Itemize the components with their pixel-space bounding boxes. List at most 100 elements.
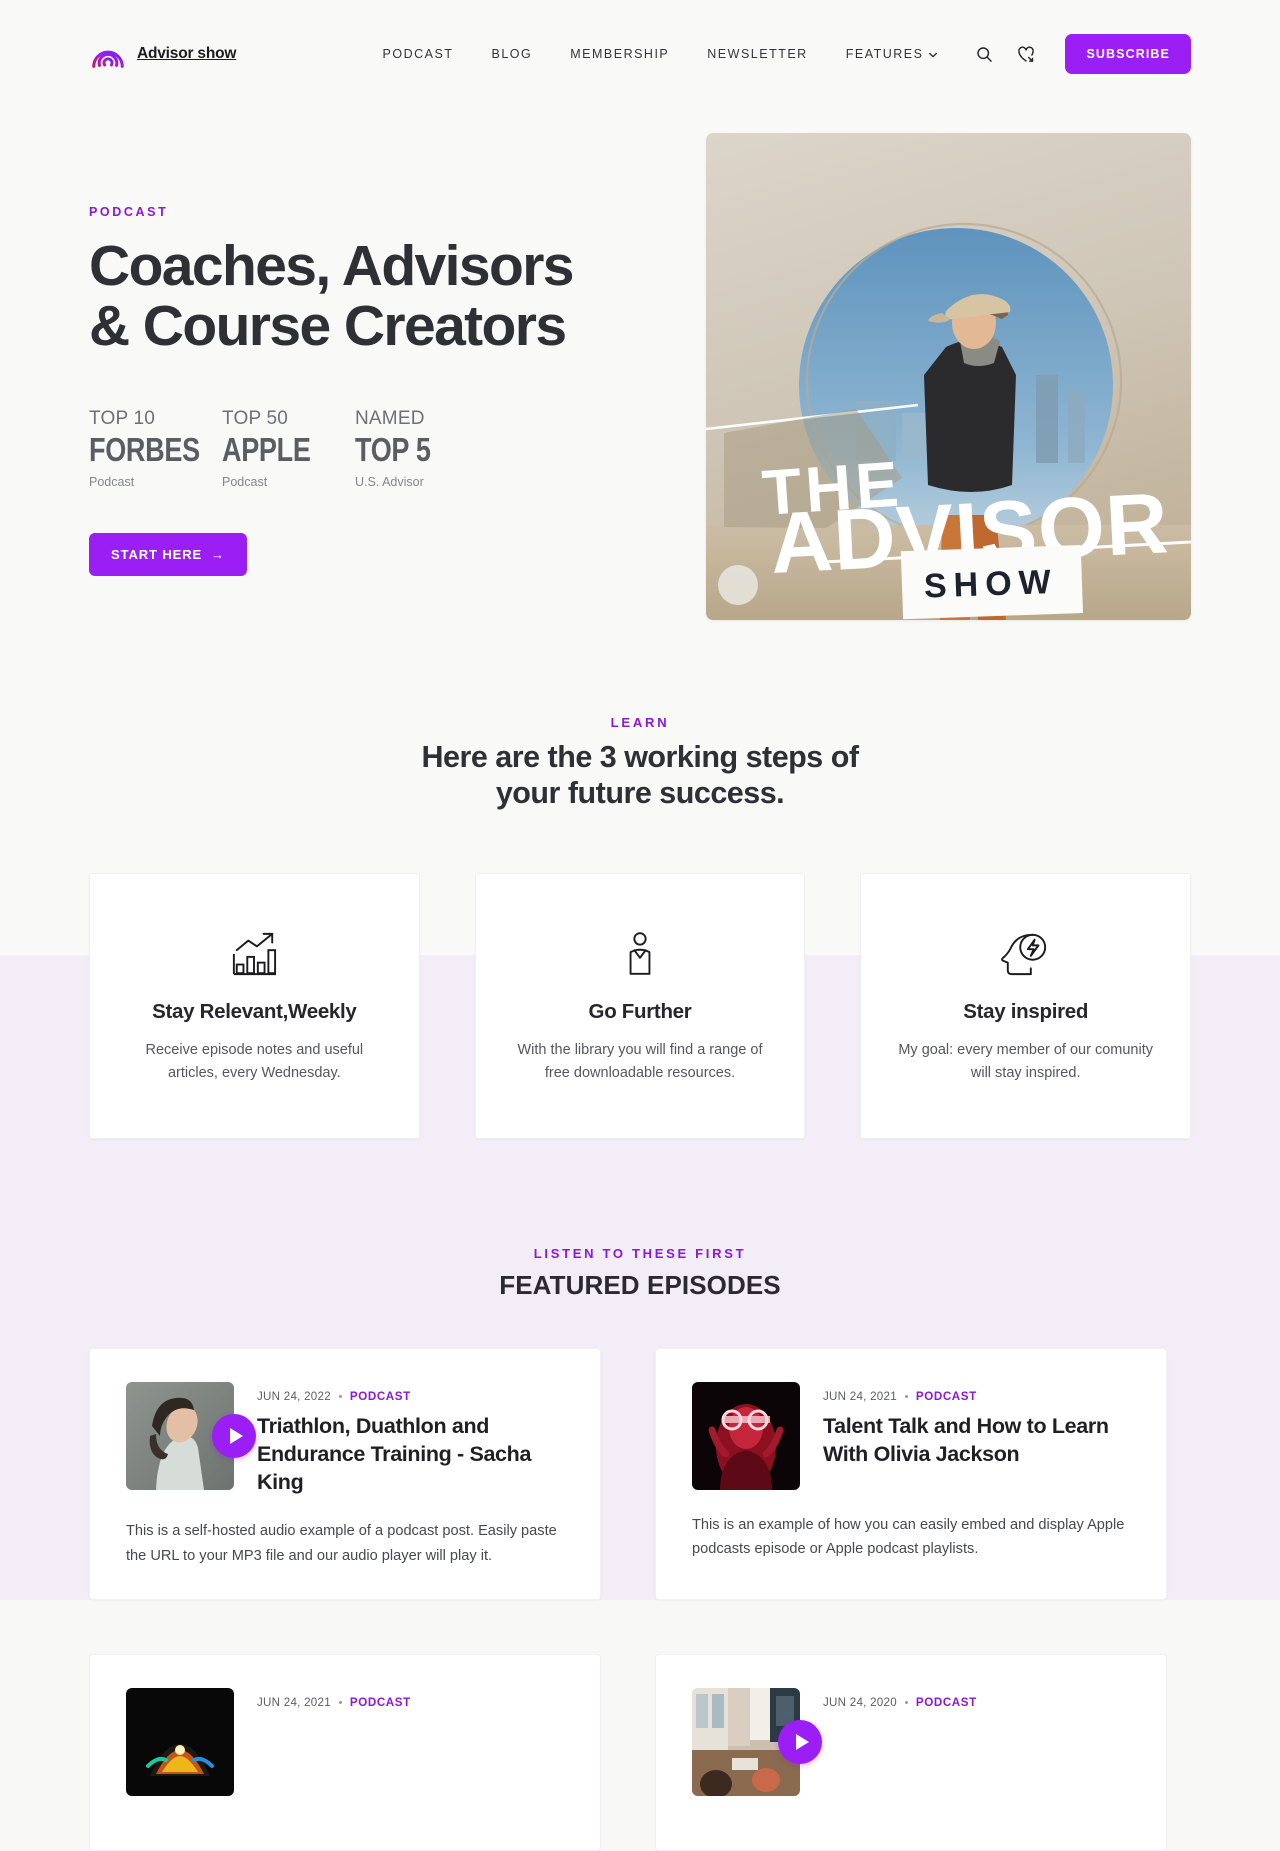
episode-meta: JUN 24, 2020 PODCAST — [823, 1688, 977, 1709]
nav-item-features[interactable]: FEATURES — [827, 47, 958, 61]
episode-description: This is an example of how you can easily… — [692, 1516, 1125, 1558]
episode-date: JUN 24, 2021 — [257, 1696, 331, 1710]
episode-meta: JUN 24, 2021 PODCAST — [823, 1382, 1130, 1403]
stat-item: TOP 10 FORBES Podcast — [89, 408, 222, 489]
episode-title[interactable]: Talent Talk and How to Learn With Olivia… — [823, 1412, 1130, 1468]
nav-item-podcast[interactable]: PODCAST — [364, 47, 473, 61]
episode-card[interactable]: JUN 24, 2021 PODCAST — [89, 1654, 601, 1851]
episode-body: JUN 24, 2021 PODCAST Talent Talk and How… — [823, 1382, 1130, 1490]
learn-heading-line-2: your future success. — [495, 775, 785, 810]
episode-category[interactable]: PODCAST — [916, 1390, 977, 1403]
stat-value: TOP 5 — [355, 430, 431, 468]
hero-eyebrow: PODCAST — [89, 205, 169, 219]
feature-card-title: Go Further — [588, 999, 692, 1023]
episode-meta: JUN 24, 2021 PODCAST — [257, 1688, 411, 1709]
featured-heading: FEATURED EPISODES — [499, 1269, 781, 1300]
episode-thumbnail[interactable] — [692, 1381, 800, 1490]
episode-meta: JUN 24, 2022 PODCAST — [257, 1382, 564, 1403]
growth-chart-icon — [124, 930, 385, 978]
page-title: Coaches, Advisors & Course Creators — [89, 236, 649, 357]
episode-date: JUN 24, 2020 — [823, 1696, 897, 1710]
episode-body: JUN 24, 2022 PODCAST Triathlon, Duathlon… — [257, 1382, 564, 1496]
stat-item: NAMED TOP 5 U.S. Advisor — [355, 408, 488, 489]
episode-description: This is a self-hosted audio example of a… — [126, 1523, 557, 1564]
featured-eyebrow: LISTEN TO THESE FIRST — [533, 1245, 747, 1261]
hero-title-line-2: & Course Creators — [89, 294, 567, 359]
podcast-waves-icon — [89, 35, 127, 73]
meta-separator-dot — [904, 1701, 908, 1705]
nav-item-blog[interactable]: BLOG — [472, 47, 551, 61]
brand-name: Advisor show — [137, 45, 237, 62]
episode-card[interactable]: JUN 24, 2022 PODCAST Triathlon, Duathlon… — [89, 1347, 601, 1601]
episode-card[interactable]: JUN 24, 2020 PODCAST — [655, 1654, 1167, 1851]
arrow-right-icon: → — [211, 546, 226, 562]
stat-value: FORBES — [89, 430, 200, 468]
chevron-down-icon — [928, 49, 938, 59]
start-here-button[interactable]: START HERE → — [89, 532, 248, 576]
play-button[interactable] — [212, 1413, 256, 1458]
episode-category[interactable]: PODCAST — [916, 1696, 977, 1709]
search-icon[interactable] — [967, 37, 1001, 71]
episode-body: JUN 24, 2021 PODCAST — [257, 1688, 411, 1796]
podcast-cover-art: THE ADVISOR SHOW — [706, 133, 1191, 620]
stat-item: TOP 50 APPLE Podcast — [222, 408, 355, 489]
episode-thumbnail-image — [692, 1381, 800, 1490]
nav-item-features-label: FEATURES — [845, 47, 924, 61]
svg-text:SHOW: SHOW — [923, 563, 1058, 606]
meta-separator-dot — [338, 1701, 342, 1705]
episode-date: JUN 24, 2021 — [823, 1389, 897, 1403]
episode-category[interactable]: PODCAST — [350, 1390, 411, 1403]
feature-card[interactable]: Stay inspired My goal: every member of o… — [860, 872, 1192, 1139]
site-header: Advisor show PODCAST BLOG MEMBERSHIP NEW… — [0, 0, 1280, 108]
stat-top: TOP 50 — [222, 407, 288, 429]
featured-episodes-header: LISTEN TO THESE FIRST FEATURED EPISODES — [0, 1139, 1280, 1301]
nav-item-newsletter[interactable]: NEWSLETTER — [688, 47, 826, 61]
stat-top: NAMED — [355, 407, 425, 429]
hero-artwork: THE ADVISOR SHOW — [706, 120, 1191, 620]
feature-card[interactable]: Go Further With the library you will fin… — [474, 872, 806, 1139]
play-button[interactable] — [778, 1720, 822, 1765]
episode-thumbnail-image — [126, 1688, 234, 1797]
episode-thumbnail[interactable] — [692, 1688, 822, 1797]
main-navigation: PODCAST BLOG MEMBERSHIP NEWSLETTER FEATU… — [364, 34, 1191, 74]
hero-section: PODCAST Coaches, Advisors & Course Creat… — [0, 120, 1280, 620]
feature-card[interactable]: Stay Relevant,Weekly Receive episode not… — [89, 872, 420, 1139]
stat-caption: U.S. Advisor — [355, 474, 424, 489]
heart-share-icon[interactable] — [1009, 37, 1043, 71]
feature-card-list: Stay Relevant,Weekly Receive episode not… — [0, 872, 1280, 1139]
feature-card-title: Stay inspired — [963, 999, 1089, 1023]
episode-thumbnail[interactable] — [126, 1381, 256, 1490]
person-icon — [510, 930, 771, 978]
meta-separator-dot — [338, 1394, 342, 1398]
page-root: Advisor show PODCAST BLOG MEMBERSHIP NEW… — [0, 0, 1280, 1851]
episode-thumbnail[interactable] — [126, 1688, 234, 1797]
stat-caption: Podcast — [222, 474, 268, 489]
nav-item-membership[interactable]: MEMBERSHIP — [551, 47, 688, 61]
feature-card-text: With the library you will find a range o… — [517, 1041, 763, 1082]
episode-category[interactable]: PODCAST — [350, 1696, 411, 1709]
learn-heading: Here are the 3 working steps of your fut… — [0, 740, 1280, 812]
subscribe-button[interactable]: SUBSCRIBE — [1065, 34, 1191, 74]
stat-top: TOP 10 — [89, 407, 155, 429]
episode-card[interactable]: JUN 24, 2021 PODCAST Talent Talk and How… — [655, 1347, 1167, 1601]
hero-title-line-1: Coaches, Advisors — [89, 234, 574, 298]
episode-title[interactable]: Triathlon, Duathlon and Endurance Traini… — [257, 1412, 564, 1496]
episode-body: JUN 24, 2020 PODCAST — [823, 1688, 977, 1796]
feature-card-text: Receive episode notes and useful article… — [145, 1041, 364, 1082]
feature-card-text: My goal: every member of our comunity wi… — [898, 1041, 1153, 1082]
episode-list: JUN 24, 2022 PODCAST Triathlon, Duathlon… — [0, 1347, 1280, 1851]
hero-stats: TOP 10 FORBES Podcast TOP 50 APPLE Podca… — [89, 408, 649, 489]
start-here-label: START HERE — [111, 546, 203, 562]
learn-heading-line-1: Here are the 3 working steps of — [421, 740, 859, 774]
brand-logo-link[interactable]: Advisor show — [89, 35, 236, 73]
head-lightning-icon — [895, 930, 1156, 978]
meta-separator-dot — [904, 1394, 908, 1398]
learn-eyebrow: LEARN — [610, 715, 670, 730]
feature-card-title: Stay Relevant,Weekly — [152, 999, 357, 1023]
stat-caption: Podcast — [89, 474, 135, 489]
stat-value: APPLE — [222, 430, 311, 468]
learn-section: LEARN Here are the 3 working steps of yo… — [0, 620, 1280, 812]
episode-date: JUN 24, 2022 — [257, 1389, 331, 1403]
header-icon-group — [967, 37, 1043, 71]
hero-copy: PODCAST Coaches, Advisors & Course Creat… — [89, 120, 649, 576]
